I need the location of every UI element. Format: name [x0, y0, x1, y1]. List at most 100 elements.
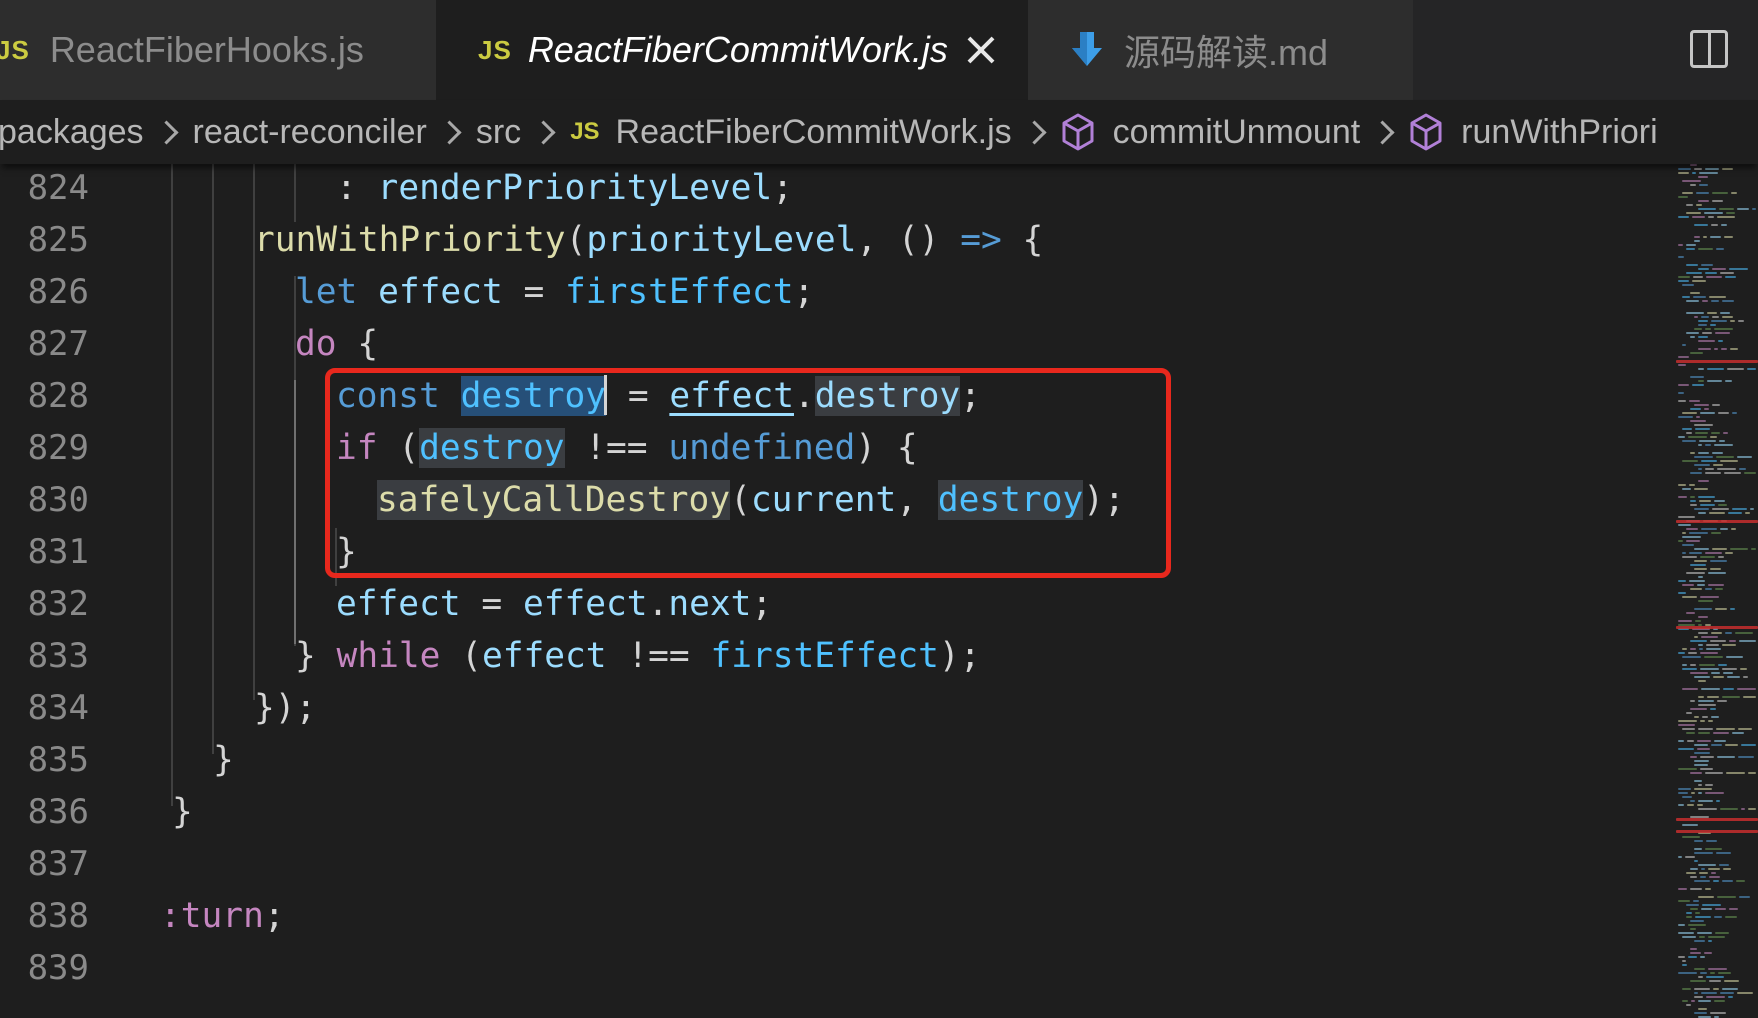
minimap-line — [1725, 916, 1737, 918]
js-file-icon: JS — [478, 34, 512, 65]
minimap-line — [1721, 224, 1727, 226]
minimap-line — [1698, 368, 1704, 370]
minimap-line — [1698, 728, 1713, 730]
minimap-line — [1717, 700, 1727, 702]
minimap-line — [1682, 656, 1701, 658]
code-line: 826 let effect = firstEffect; — [0, 266, 1670, 318]
minimap-line — [1686, 272, 1702, 274]
minimap-line — [1705, 168, 1719, 170]
minimap-line — [1678, 276, 1690, 278]
minimap-line — [1695, 428, 1710, 430]
minimap-line — [1726, 656, 1743, 658]
tab-source-notes[interactable]: 源码解读.md — [1028, 0, 1413, 100]
minimap-line — [1678, 652, 1685, 654]
minimap-line — [1682, 836, 1700, 838]
line-number: 834 — [27, 688, 89, 728]
minimap-line — [1682, 296, 1690, 298]
minimap-line — [1682, 584, 1694, 586]
code-editor[interactable]: 824 : renderPriorityLevel; 825 runWithPr… — [0, 164, 1670, 1018]
minimap-line — [1686, 732, 1695, 734]
chevron-right-icon — [154, 119, 179, 145]
minimap-line — [1708, 584, 1724, 586]
breadcrumb-item-file[interactable]: ReactFiberCommitWork.js — [616, 113, 1012, 152]
minimap-line — [1697, 740, 1711, 742]
breadcrumb-item-commitunmount[interactable]: commitUnmount — [1113, 113, 1361, 152]
minimap-line — [1690, 164, 1697, 166]
minimap-line — [1745, 512, 1750, 514]
minimap-line — [1696, 204, 1702, 206]
js-file-icon: JS — [0, 34, 30, 65]
minimap-line — [1697, 804, 1703, 806]
minimap-line — [1711, 300, 1719, 302]
minimap-line — [1698, 380, 1704, 382]
minimap-line — [1690, 376, 1704, 378]
split-editor-icon[interactable] — [1690, 30, 1728, 68]
minimap-line — [1711, 672, 1720, 674]
tab-reactfiberhooks[interactable]: JS ReactFiberHooks.js — [0, 0, 436, 100]
minimap-line — [1678, 856, 1682, 858]
minimap-line — [1736, 880, 1745, 882]
minimap-line — [1705, 444, 1711, 446]
minimap-line — [1698, 1000, 1711, 1002]
minimap-line — [1682, 412, 1697, 414]
minimap-line — [1678, 748, 1694, 750]
minimap-line — [1743, 676, 1748, 678]
minimap-line — [1689, 484, 1695, 486]
minimap-error-marker — [1676, 626, 1758, 629]
minimap-line — [1697, 584, 1705, 586]
minimap-line — [1678, 516, 1695, 518]
minimap-line — [1699, 648, 1703, 650]
minimap-line — [1689, 532, 1708, 534]
minimap-line — [1744, 472, 1756, 474]
minimap-line — [1698, 732, 1710, 734]
minimap-line — [1678, 244, 1683, 246]
minimap-line — [1678, 592, 1686, 594]
minimap-line — [1694, 236, 1700, 238]
markdown-download-icon — [1072, 32, 1102, 66]
minimap-error-marker — [1676, 830, 1758, 833]
minimap-line — [1678, 216, 1689, 218]
minimap-line — [1722, 880, 1733, 882]
minimap-line — [1707, 380, 1722, 382]
minimap-line — [1709, 980, 1721, 982]
tab-reactfibercommitwork[interactable]: JS ReactFiberCommitWork.js — [436, 0, 1028, 100]
breadcrumb-item-react-reconciler[interactable]: react-reconciler — [193, 113, 427, 152]
minimap-line — [1708, 868, 1720, 870]
minimap[interactable] — [1670, 164, 1758, 1018]
minimap-line — [1678, 720, 1697, 722]
close-icon[interactable] — [966, 35, 996, 65]
minimap-line — [1715, 332, 1730, 334]
minimap-line — [1722, 300, 1734, 302]
minimap-line — [1690, 420, 1706, 422]
minimap-line — [1678, 384, 1689, 386]
minimap-line — [1730, 608, 1735, 610]
minimap-line — [1722, 316, 1733, 318]
cube-icon — [1410, 113, 1442, 151]
breadcrumb-item-src[interactable]: src — [476, 113, 521, 152]
minimap-line — [1678, 788, 1691, 790]
minimap-line — [1714, 348, 1718, 350]
minimap-line — [1694, 168, 1702, 170]
code-text: do { — [295, 324, 379, 364]
minimap-line — [1719, 440, 1725, 442]
minimap-line — [1738, 728, 1752, 730]
minimap-line — [1678, 524, 1691, 526]
code-text: }); — [254, 688, 317, 728]
minimap-line — [1686, 916, 1692, 918]
tab-label: 源码解读.md — [1124, 32, 1329, 73]
minimap-line — [1678, 392, 1684, 394]
minimap-line — [1714, 1000, 1725, 1002]
minimap-line — [1718, 664, 1727, 666]
minimap-line — [1678, 900, 1690, 902]
minimap-error-marker — [1676, 360, 1758, 363]
breadcrumb-item-packages[interactable]: packages — [0, 113, 144, 152]
minimap-line — [1707, 696, 1719, 698]
minimap-line — [1688, 436, 1707, 438]
minimap-line — [1685, 856, 1695, 858]
minimap-line — [1690, 408, 1701, 410]
minimap-line — [1719, 864, 1729, 866]
minimap-line — [1700, 876, 1706, 878]
minimap-line — [1678, 768, 1697, 770]
minimap-line — [1700, 756, 1714, 758]
breadcrumb-item-runwithpriority[interactable]: runWithPriori — [1461, 113, 1657, 152]
